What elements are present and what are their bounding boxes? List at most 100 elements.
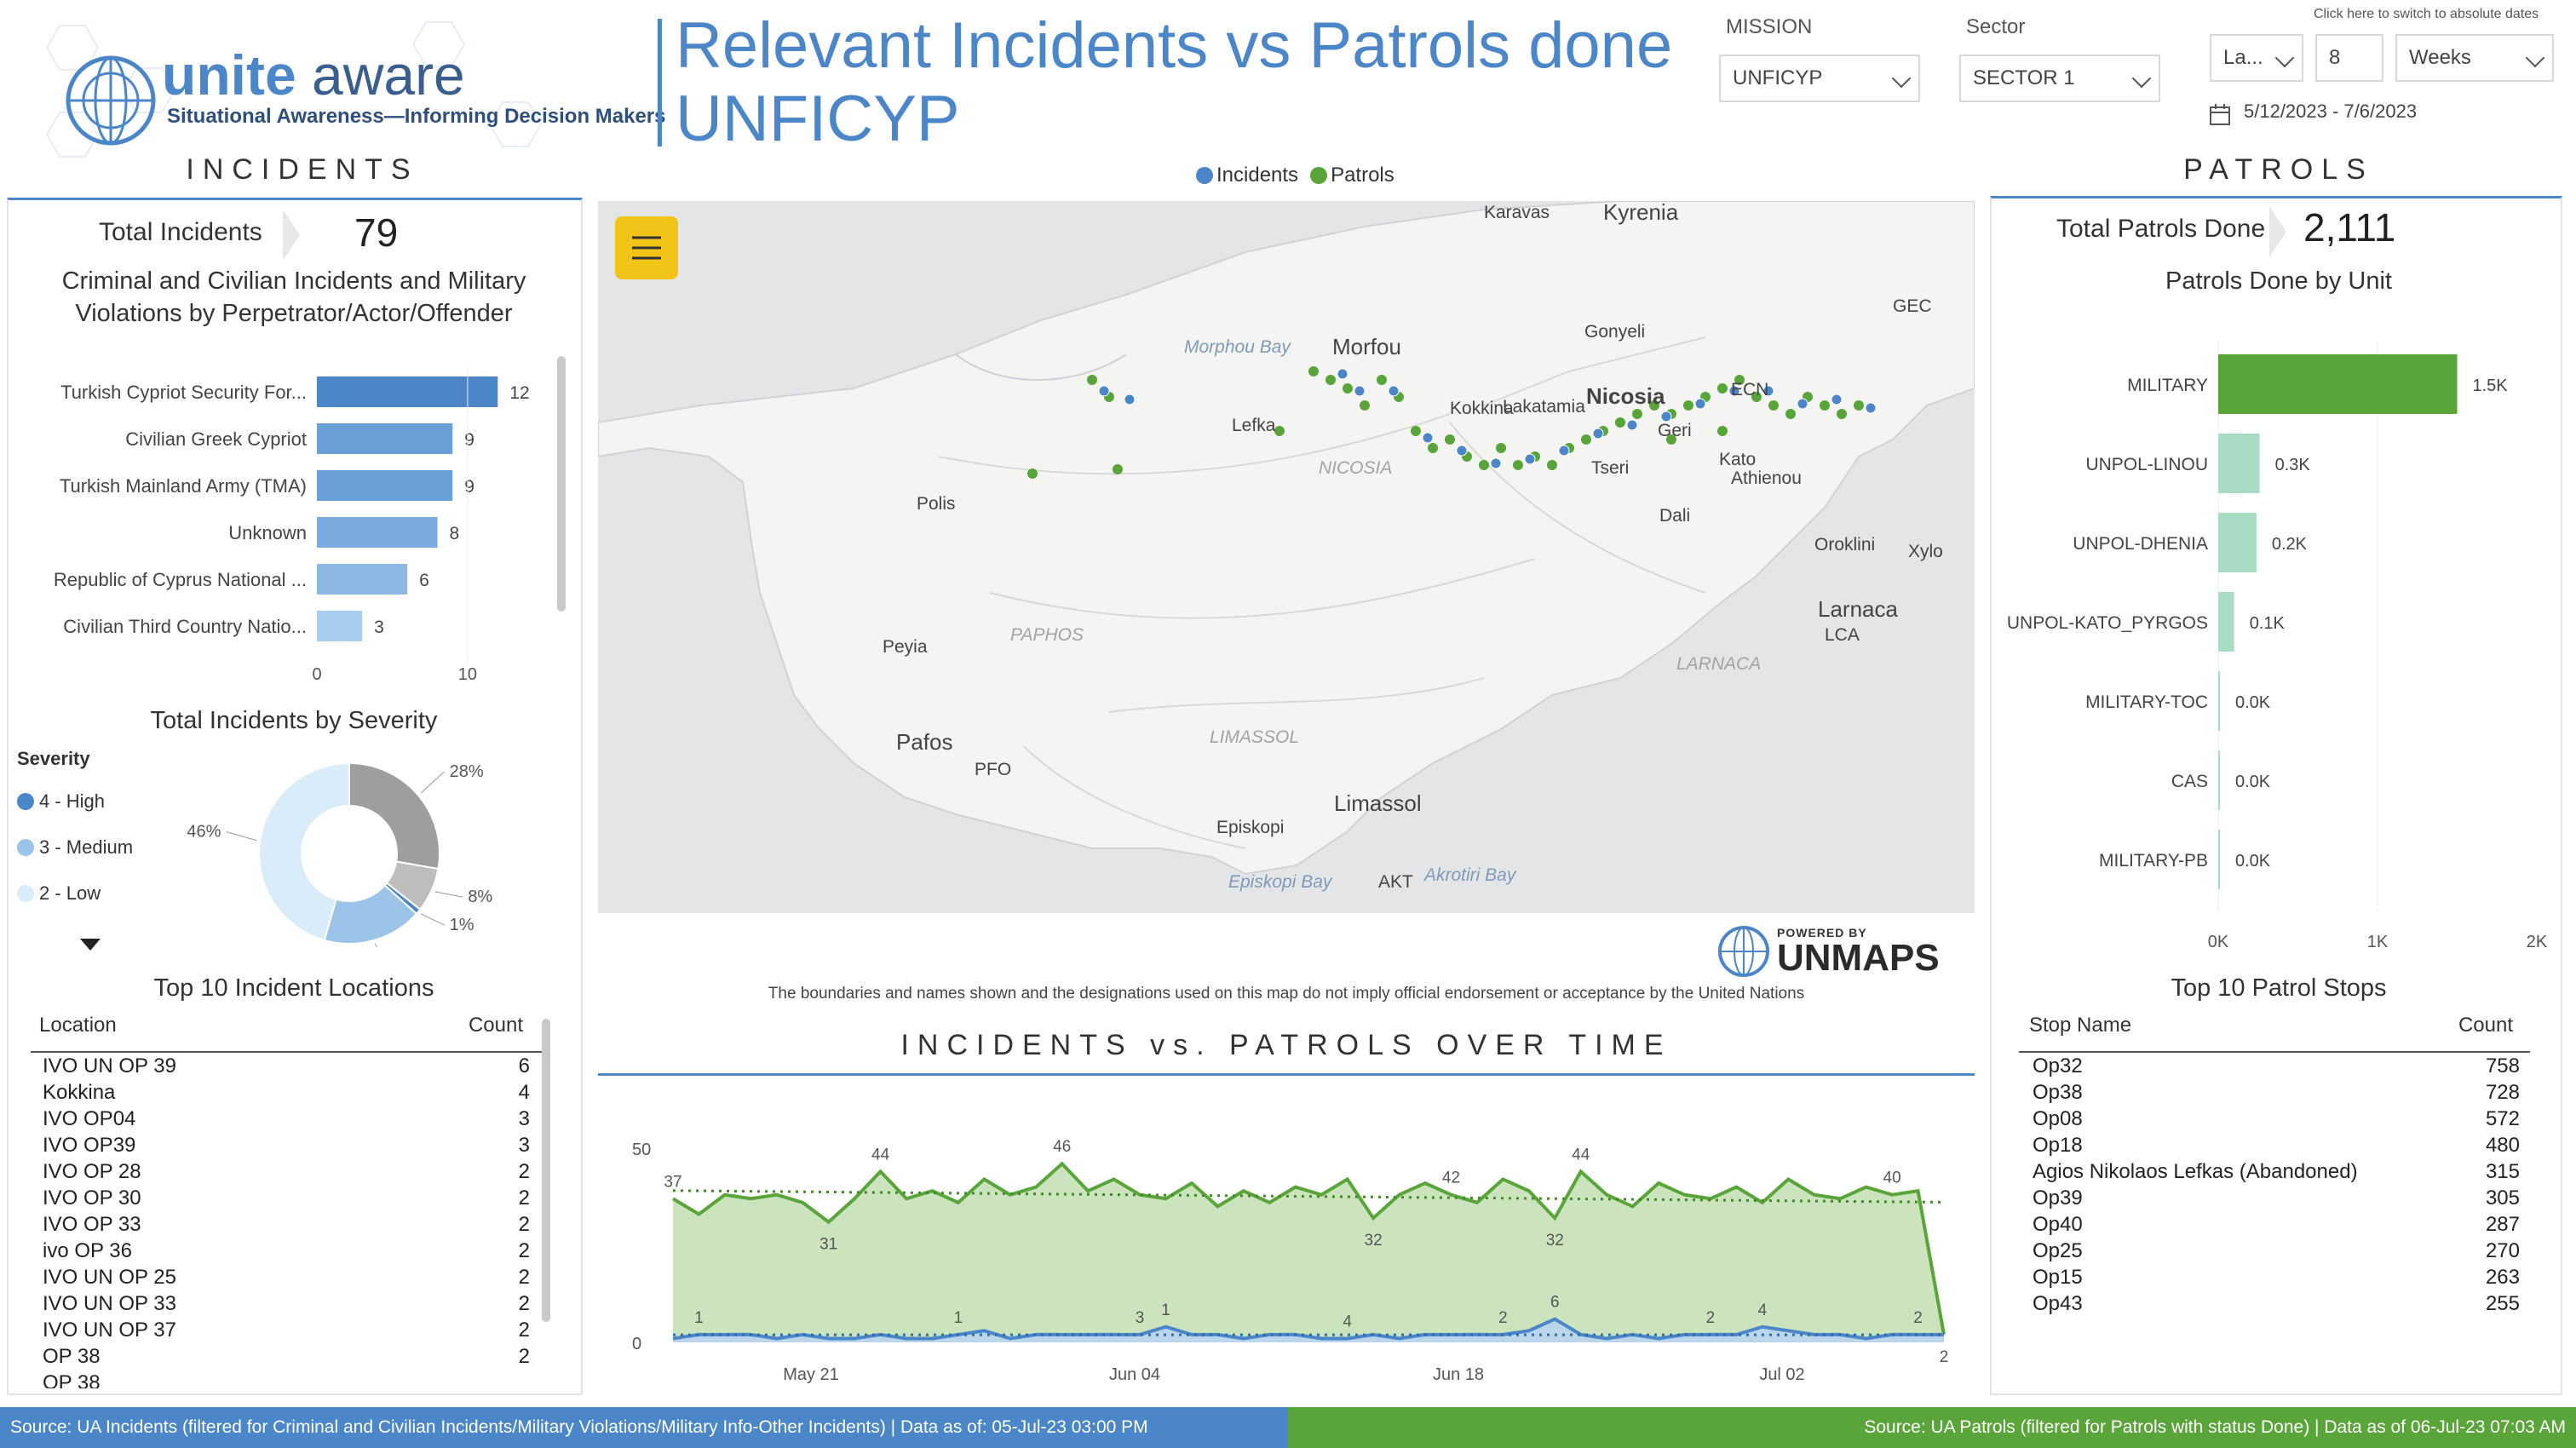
row-name: IVO OP 30 bbox=[43, 1186, 141, 1210]
table-row[interactable]: Agios Nikolaos Lefkas (Abandoned) 315 bbox=[2029, 1158, 2523, 1185]
patrol-marker bbox=[1428, 443, 1438, 453]
mission-dropdown[interactable]: UNFICYP bbox=[1719, 55, 1920, 102]
logo-tagline: Situational Awareness—Informing Decision… bbox=[167, 105, 666, 128]
table-row[interactable]: Op15 263 bbox=[2029, 1264, 2523, 1290]
row-name: IVO OP04 bbox=[43, 1106, 136, 1130]
column-header-count[interactable]: Count bbox=[469, 1014, 542, 1051]
category-label: UNPOL-DHENIA bbox=[2073, 534, 2208, 554]
incident-marker bbox=[1694, 398, 1706, 410]
legend-item-medium[interactable]: 3 - Medium bbox=[17, 825, 170, 871]
table-row[interactable]: ivo OP 36 2 bbox=[39, 1238, 533, 1264]
cyprus-map[interactable]: Karavas Kyrenia GEC Morphou Bay Morfou Gonyel… bbox=[598, 201, 1975, 913]
incident-marker bbox=[1831, 394, 1843, 405]
row-count: 480 bbox=[2485, 1133, 2520, 1157]
kpi-separator-icon bbox=[2269, 206, 2286, 257]
row-name: Op15 bbox=[2033, 1265, 2083, 1289]
incident-marker bbox=[1558, 445, 1570, 457]
table-row[interactable]: IVO OP 28 2 bbox=[39, 1158, 533, 1185]
column-header-stop-name[interactable]: Stop Name bbox=[2019, 1014, 2131, 1051]
legend-dot-icon bbox=[17, 793, 34, 810]
data-label: 8 bbox=[450, 524, 460, 543]
map-place-label: Akrotiri Bay bbox=[1423, 865, 1517, 885]
x-tick-label: May 21 bbox=[783, 1365, 839, 1384]
table-row[interactable]: Op18 480 bbox=[2029, 1132, 2523, 1158]
incident-marker bbox=[1354, 385, 1366, 397]
table-row[interactable]: IVO OP39 3 bbox=[39, 1132, 533, 1158]
data-label: 3 bbox=[374, 618, 384, 637]
patrol-marker bbox=[1785, 409, 1796, 419]
relative-unit-dropdown[interactable]: Weeks bbox=[2395, 34, 2554, 82]
map-place-label: NICOSIA bbox=[1319, 458, 1392, 478]
data-label: 9 bbox=[464, 430, 474, 450]
table-row[interactable]: Op32 758 bbox=[2029, 1053, 2523, 1079]
total-patrols-value: 2,111 bbox=[2303, 205, 2396, 250]
map-place-label: Polis bbox=[917, 494, 956, 514]
incidents-source-footer: Source: UA Incidents (filtered for Crimi… bbox=[0, 1407, 1288, 1448]
row-count: 3 bbox=[518, 1106, 530, 1130]
legend-label: 2 - Low bbox=[39, 882, 101, 904]
over-time-divider bbox=[598, 1073, 1975, 1076]
bar bbox=[2218, 750, 2220, 810]
table-row[interactable]: Op39 305 bbox=[2029, 1185, 2523, 1211]
sector-dropdown[interactable]: SECTOR 1 bbox=[1959, 55, 2160, 102]
row-name: Kokkina bbox=[43, 1080, 116, 1104]
map-place-label: Nicosia bbox=[1586, 383, 1665, 409]
table-row[interactable]: IVO UN OP 39 6 bbox=[39, 1053, 533, 1079]
table-row[interactable]: Op43 255 bbox=[2029, 1290, 2523, 1317]
table-row[interactable]: IVO UN OP 33 2 bbox=[39, 1290, 533, 1317]
relative-count-input[interactable]: 8 bbox=[2315, 34, 2383, 82]
data-label: 42 bbox=[1442, 1169, 1460, 1187]
row-count: 2 bbox=[518, 1159, 530, 1183]
table-row[interactable]: Op40 287 bbox=[2029, 1211, 2523, 1238]
top-locations-scrollbar[interactable] bbox=[542, 1019, 550, 1322]
legend-expand-down-icon[interactable] bbox=[78, 937, 102, 954]
map-legend: Incidents Patrols bbox=[1196, 164, 1394, 187]
incident-marker bbox=[1490, 457, 1502, 469]
table-row[interactable]: Op25 270 bbox=[2029, 1238, 2523, 1264]
top-locations-header: Location Count bbox=[31, 1014, 542, 1053]
table-row[interactable]: Kokkina 4 bbox=[39, 1079, 533, 1106]
legend-incidents-label[interactable]: Incidents bbox=[1216, 164, 1298, 187]
table-row[interactable]: IVO UN OP 25 2 bbox=[39, 1264, 533, 1290]
table-row[interactable]: OP 38 2 bbox=[39, 1343, 533, 1370]
map-place-label: Oroklini bbox=[1814, 535, 1875, 554]
map-place-label: PFO bbox=[975, 760, 1011, 779]
calendar-icon[interactable] bbox=[2208, 102, 2234, 128]
category-label: Republic of Cyprus National ... bbox=[54, 569, 307, 590]
table-row[interactable]: IVO UN OP 37 2 bbox=[39, 1317, 533, 1343]
table-row[interactable]: IVO OP 33 2 bbox=[39, 1211, 533, 1238]
table-row[interactable]: Op08 572 bbox=[2029, 1106, 2523, 1132]
kpi-separator-icon bbox=[283, 210, 300, 261]
legend-item-high[interactable]: 4 - High bbox=[17, 779, 170, 825]
data-label: 1 bbox=[954, 1309, 963, 1327]
hamburger-menu-icon bbox=[632, 236, 661, 260]
table-row[interactable]: IVO OP04 3 bbox=[39, 1106, 533, 1132]
data-label: 0.2K bbox=[2272, 535, 2308, 554]
column-header-count[interactable]: Count bbox=[2458, 1014, 2530, 1051]
table-row[interactable]: OP 38 bbox=[39, 1370, 533, 1389]
table-row[interactable]: IVO OP 30 2 bbox=[39, 1185, 533, 1211]
table-row[interactable]: Op38 728 bbox=[2029, 1079, 2523, 1106]
legend-item-low[interactable]: 2 - Low bbox=[17, 871, 170, 916]
map-menu-button[interactable] bbox=[615, 216, 678, 279]
map-place-label: Peyia bbox=[883, 637, 928, 657]
relative-mode-dropdown[interactable]: La... bbox=[2210, 34, 2303, 82]
y-tick-label: 0 bbox=[632, 1335, 641, 1353]
patrol-marker bbox=[1343, 383, 1353, 394]
map-place-label: Lefka bbox=[1232, 416, 1276, 435]
data-label: 4 bbox=[1758, 1301, 1768, 1319]
map-place-label: Lakatamia bbox=[1503, 397, 1585, 417]
legend-patrols-label[interactable]: Patrols bbox=[1331, 164, 1394, 187]
switch-dates-hint[interactable]: Click here to switch to absolute dates bbox=[2314, 7, 2539, 22]
mission-dropdown-value: UNFICYP bbox=[1733, 66, 1823, 89]
bar bbox=[317, 470, 453, 501]
column-header-location[interactable]: Location bbox=[31, 1014, 117, 1051]
y-tick-label: 50 bbox=[632, 1141, 651, 1159]
perpetrator-scrollbar[interactable] bbox=[557, 356, 566, 612]
incident-marker bbox=[1422, 432, 1434, 444]
slice-label: 28% bbox=[450, 762, 484, 781]
row-count: 305 bbox=[2485, 1186, 2520, 1210]
patrol-marker bbox=[1820, 400, 1830, 411]
row-name: OP 38 bbox=[43, 1344, 101, 1368]
row-count: 6 bbox=[518, 1054, 530, 1077]
